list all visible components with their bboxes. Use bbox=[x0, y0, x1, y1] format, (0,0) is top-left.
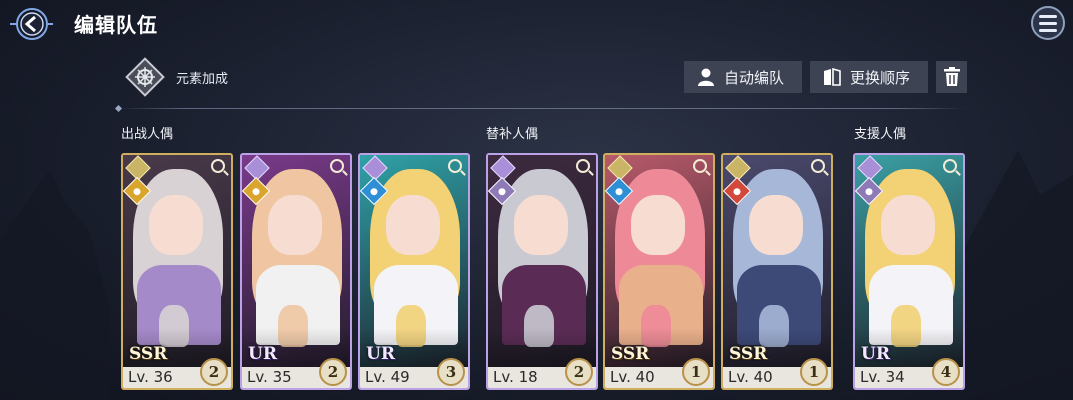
doll-card[interactable]: SSR Lv. 40 1 bbox=[721, 153, 833, 390]
rarity-label: SSR bbox=[611, 344, 650, 364]
magnifier-icon[interactable] bbox=[576, 159, 590, 173]
change-order-button[interactable]: 更换顺序 bbox=[810, 61, 928, 93]
auto-formation-label: 自动编队 bbox=[724, 68, 785, 87]
element-bonus-label: 元素加成 bbox=[176, 71, 229, 87]
level-label: Lv. 40 bbox=[610, 368, 655, 386]
level-label: Lv. 34 bbox=[860, 368, 905, 386]
rarity-label: SSR bbox=[729, 344, 768, 364]
rarity-label: UR bbox=[366, 344, 395, 364]
level-label: Lv. 18 bbox=[493, 368, 538, 386]
rank-badge: 4 bbox=[932, 358, 960, 386]
level-label: Lv. 35 bbox=[247, 368, 292, 386]
page-title: 编辑队伍 bbox=[74, 13, 158, 37]
rank-badge: 1 bbox=[682, 358, 710, 386]
rank-badge: 1 bbox=[800, 358, 828, 386]
auto-formation-button[interactable]: 自动编队 bbox=[684, 61, 802, 93]
section-label-support: 支援人偶 bbox=[854, 127, 907, 142]
rarity-label: UR bbox=[861, 344, 890, 364]
doll-card[interactable]: SSR Lv. 40 1 bbox=[603, 153, 715, 390]
rank-badge: 3 bbox=[437, 358, 465, 386]
doll-card[interactable]: SSR Lv. 36 2 bbox=[121, 153, 233, 390]
level-label: Lv. 49 bbox=[365, 368, 410, 386]
rarity-label: UR bbox=[248, 344, 277, 364]
element-bonus[interactable]: 元素加成 bbox=[124, 56, 228, 98]
back-arrow-icon bbox=[10, 8, 53, 40]
doll-card[interactable]: Lv. 18 2 bbox=[486, 153, 598, 390]
change-order-label: 更换顺序 bbox=[850, 68, 911, 87]
delete-button[interactable] bbox=[936, 61, 967, 93]
level-label: Lv. 40 bbox=[728, 368, 773, 386]
doll-card[interactable]: UR Lv. 34 4 bbox=[853, 153, 965, 390]
magnifier-icon[interactable] bbox=[330, 159, 344, 173]
level-label: Lv. 36 bbox=[128, 368, 173, 386]
section-label-substitute: 替补人偶 bbox=[486, 127, 539, 142]
trash-icon bbox=[943, 67, 960, 86]
magnifier-icon[interactable] bbox=[811, 159, 825, 173]
element-emblem-icon bbox=[124, 56, 166, 98]
menu-icon bbox=[1039, 14, 1057, 18]
magnifier-icon[interactable] bbox=[943, 159, 957, 173]
back-button[interactable] bbox=[8, 4, 54, 44]
section-label-battle: 出战人偶 bbox=[121, 127, 174, 142]
doll-card[interactable]: UR Lv. 35 2 bbox=[240, 153, 352, 390]
rarity-label: SSR bbox=[129, 344, 168, 364]
magnifier-icon[interactable] bbox=[448, 159, 462, 173]
person-icon bbox=[698, 68, 714, 86]
background-castle-right bbox=[963, 150, 1073, 400]
rank-badge: 2 bbox=[319, 358, 347, 386]
magnifier-icon[interactable] bbox=[211, 159, 225, 173]
book-icon bbox=[824, 67, 841, 86]
magnifier-icon[interactable] bbox=[693, 159, 707, 173]
divider-ornament bbox=[114, 104, 123, 113]
rank-badge: 2 bbox=[565, 358, 593, 386]
menu-button[interactable] bbox=[1031, 6, 1065, 40]
background-castle-left bbox=[0, 170, 110, 400]
doll-card[interactable]: UR Lv. 49 3 bbox=[358, 153, 470, 390]
rank-badge: 2 bbox=[200, 358, 228, 386]
divider bbox=[118, 108, 966, 109]
